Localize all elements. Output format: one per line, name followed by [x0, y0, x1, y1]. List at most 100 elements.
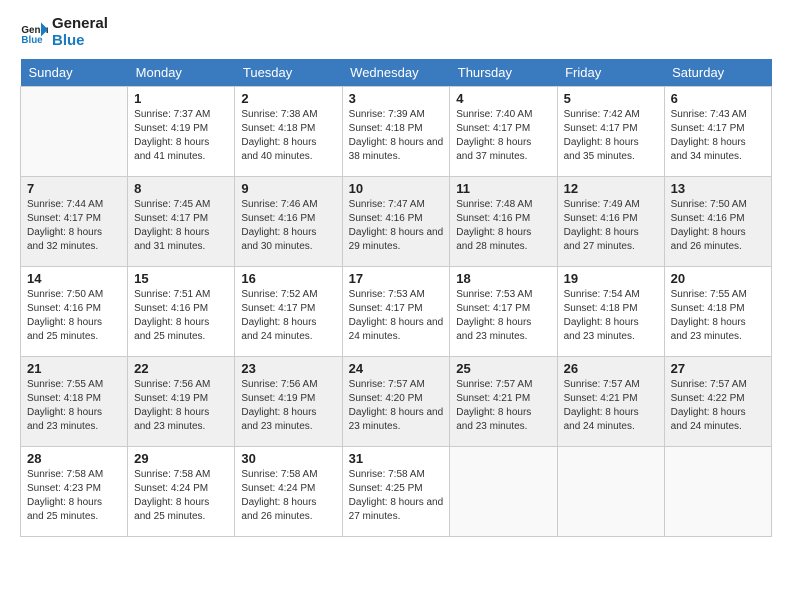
day-info: Sunrise: 7:58 AMSunset: 4:24 PMDaylight:…	[134, 468, 228, 524]
week-row-5: 28 Sunrise: 7:58 AMSunset: 4:23 PMDayligh…	[21, 447, 772, 537]
logo-blue: Blue	[52, 33, 108, 50]
calendar-table: SundayMondayTuesdayWednesdayThursdayFrid…	[20, 59, 772, 537]
day-number: 31	[349, 451, 444, 466]
logo-general: General	[52, 16, 108, 33]
calendar-cell	[664, 447, 771, 537]
day-info: Sunrise: 7:57 AMSunset: 4:20 PMDaylight:…	[349, 378, 444, 434]
calendar-cell: 29 Sunrise: 7:58 AMSunset: 4:24 PMDayligh…	[128, 447, 235, 537]
day-number: 27	[671, 361, 765, 376]
day-info: Sunrise: 7:42 AMSunset: 4:17 PMDaylight:…	[564, 108, 658, 164]
calendar-cell: 10 Sunrise: 7:47 AMSunset: 4:16 PMDayligh…	[342, 177, 450, 267]
calendar-cell: 15 Sunrise: 7:51 AMSunset: 4:16 PMDayligh…	[128, 267, 235, 357]
calendar-cell: 22Sunrise: 7:56 AMSunset: 4:19 PMDayligh…	[128, 357, 235, 447]
day-number: 14	[27, 271, 121, 286]
day-number: 7	[27, 181, 121, 196]
svg-text:Blue: Blue	[21, 34, 43, 45]
calendar-cell	[450, 447, 557, 537]
day-number: 12	[564, 181, 658, 196]
day-number: 17	[349, 271, 444, 286]
day-info: Sunrise: 7:57 AMSunset: 4:22 PMDaylight:…	[671, 378, 765, 434]
weekday-header-tuesday: Tuesday	[235, 59, 342, 87]
day-number: 5	[564, 91, 658, 106]
calendar-cell: 14 Sunrise: 7:50 AMSunset: 4:16 PMDayligh…	[21, 267, 128, 357]
week-row-3: 14 Sunrise: 7:50 AMSunset: 4:16 PMDayligh…	[21, 267, 772, 357]
day-info: Sunrise: 7:50 AMSunset: 4:16 PMDaylight:…	[671, 198, 765, 254]
calendar-cell: 26 Sunrise: 7:57 AMSunset: 4:21 PMDayligh…	[557, 357, 664, 447]
day-info: Sunrise: 7:43 AMSunset: 4:17 PMDaylight:…	[671, 108, 765, 164]
day-info: Sunrise: 7:39 AMSunset: 4:18 PMDaylight:…	[349, 108, 444, 164]
day-number: 25	[456, 361, 550, 376]
day-number: 15	[134, 271, 228, 286]
calendar-cell: 31 Sunrise: 7:58 AMSunset: 4:25 PMDayligh…	[342, 447, 450, 537]
calendar-cell	[557, 447, 664, 537]
day-info: Sunrise: 7:57 AMSunset: 4:21 PMDaylight:…	[564, 378, 658, 434]
day-number: 4	[456, 91, 550, 106]
day-info: Sunrise: 7:50 AMSunset: 4:16 PMDaylight:…	[27, 288, 121, 344]
week-row-4: 21 Sunrise: 7:55 AMSunset: 4:18 PMDayligh…	[21, 357, 772, 447]
logo: General Blue General Blue	[20, 16, 108, 49]
day-info: Sunrise: 7:58 AMSunset: 4:24 PMDaylight:…	[241, 468, 335, 524]
day-number: 22	[134, 361, 228, 376]
day-info: Sunrise: 7:47 AMSunset: 4:16 PMDaylight:…	[349, 198, 444, 254]
weekday-header-friday: Friday	[557, 59, 664, 87]
weekday-header-monday: Monday	[128, 59, 235, 87]
day-info: Sunrise: 7:44 AMSunset: 4:17 PMDaylight:…	[27, 198, 121, 254]
calendar-cell: 23 Sunrise: 7:56 AMSunset: 4:19 PMDayligh…	[235, 357, 342, 447]
week-row-1: 1 Sunrise: 7:37 AMSunset: 4:19 PMDaylight…	[21, 87, 772, 177]
day-number: 18	[456, 271, 550, 286]
day-info: Sunrise: 7:37 AMSunset: 4:19 PMDaylight:…	[134, 108, 228, 164]
calendar-cell: 21 Sunrise: 7:55 AMSunset: 4:18 PMDayligh…	[21, 357, 128, 447]
calendar-cell: 1 Sunrise: 7:37 AMSunset: 4:19 PMDaylight…	[128, 87, 235, 177]
day-number: 20	[671, 271, 765, 286]
day-number: 16	[241, 271, 335, 286]
calendar-cell	[21, 87, 128, 177]
day-number: 10	[349, 181, 444, 196]
day-number: 1	[134, 91, 228, 106]
day-number: 8	[134, 181, 228, 196]
day-info: Sunrise: 7:46 AMSunset: 4:16 PMDaylight:…	[241, 198, 335, 254]
day-info: Sunrise: 7:55 AMSunset: 4:18 PMDaylight:…	[27, 378, 121, 434]
day-info: Sunrise: 7:51 AMSunset: 4:16 PMDaylight:…	[134, 288, 228, 344]
calendar-cell: 5 Sunrise: 7:42 AMSunset: 4:17 PMDaylight…	[557, 87, 664, 177]
calendar-cell: 19Sunrise: 7:54 AMSunset: 4:18 PMDayligh…	[557, 267, 664, 357]
day-number: 23	[241, 361, 335, 376]
calendar-cell: 7 Sunrise: 7:44 AMSunset: 4:17 PMDaylight…	[21, 177, 128, 267]
day-info: Sunrise: 7:56 AMSunset: 4:19 PMDaylight:…	[241, 378, 335, 434]
calendar-cell: 25 Sunrise: 7:57 AMSunset: 4:21 PMDayligh…	[450, 357, 557, 447]
calendar-cell: 16 Sunrise: 7:52 AMSunset: 4:17 PMDayligh…	[235, 267, 342, 357]
calendar-cell: 12 Sunrise: 7:49 AMSunset: 4:16 PMDayligh…	[557, 177, 664, 267]
day-info: Sunrise: 7:52 AMSunset: 4:17 PMDaylight:…	[241, 288, 335, 344]
day-number: 30	[241, 451, 335, 466]
weekday-header-row: SundayMondayTuesdayWednesdayThursdayFrid…	[21, 59, 772, 87]
day-info: Sunrise: 7:53 AMSunset: 4:17 PMDaylight:…	[456, 288, 550, 344]
day-info: Sunrise: 7:57 AMSunset: 4:21 PMDaylight:…	[456, 378, 550, 434]
day-number: 21	[27, 361, 121, 376]
day-number: 2	[241, 91, 335, 106]
day-info: Sunrise: 7:38 AMSunset: 4:18 PMDaylight:…	[241, 108, 335, 164]
day-number: 13	[671, 181, 765, 196]
day-info: Sunrise: 7:58 AMSunset: 4:25 PMDaylight:…	[349, 468, 444, 524]
calendar-cell: 2 Sunrise: 7:38 AMSunset: 4:18 PMDaylight…	[235, 87, 342, 177]
day-info: Sunrise: 7:49 AMSunset: 4:16 PMDaylight:…	[564, 198, 658, 254]
day-info: Sunrise: 7:40 AMSunset: 4:17 PMDaylight:…	[456, 108, 550, 164]
calendar-cell: 27 Sunrise: 7:57 AMSunset: 4:22 PMDayligh…	[664, 357, 771, 447]
calendar-cell: 13 Sunrise: 7:50 AMSunset: 4:16 PMDayligh…	[664, 177, 771, 267]
day-number: 29	[134, 451, 228, 466]
day-number: 11	[456, 181, 550, 196]
weekday-header-sunday: Sunday	[21, 59, 128, 87]
weekday-header-saturday: Saturday	[664, 59, 771, 87]
weekday-header-thursday: Thursday	[450, 59, 557, 87]
calendar-cell: 4 Sunrise: 7:40 AMSunset: 4:17 PMDaylight…	[450, 87, 557, 177]
calendar-cell: 18 Sunrise: 7:53 AMSunset: 4:17 PMDayligh…	[450, 267, 557, 357]
day-number: 26	[564, 361, 658, 376]
calendar-cell: 11Sunrise: 7:48 AMSunset: 4:16 PMDayligh…	[450, 177, 557, 267]
day-info: Sunrise: 7:53 AMSunset: 4:17 PMDaylight:…	[349, 288, 444, 344]
day-info: Sunrise: 7:58 AMSunset: 4:23 PMDaylight:…	[27, 468, 121, 524]
header: General Blue General Blue	[20, 16, 772, 49]
day-number: 3	[349, 91, 444, 106]
logo-icon: General Blue	[20, 19, 48, 47]
calendar-cell: 3 Sunrise: 7:39 AMSunset: 4:18 PMDaylight…	[342, 87, 450, 177]
calendar-cell: 6Sunrise: 7:43 AMSunset: 4:17 PMDaylight…	[664, 87, 771, 177]
day-number: 28	[27, 451, 121, 466]
day-number: 24	[349, 361, 444, 376]
